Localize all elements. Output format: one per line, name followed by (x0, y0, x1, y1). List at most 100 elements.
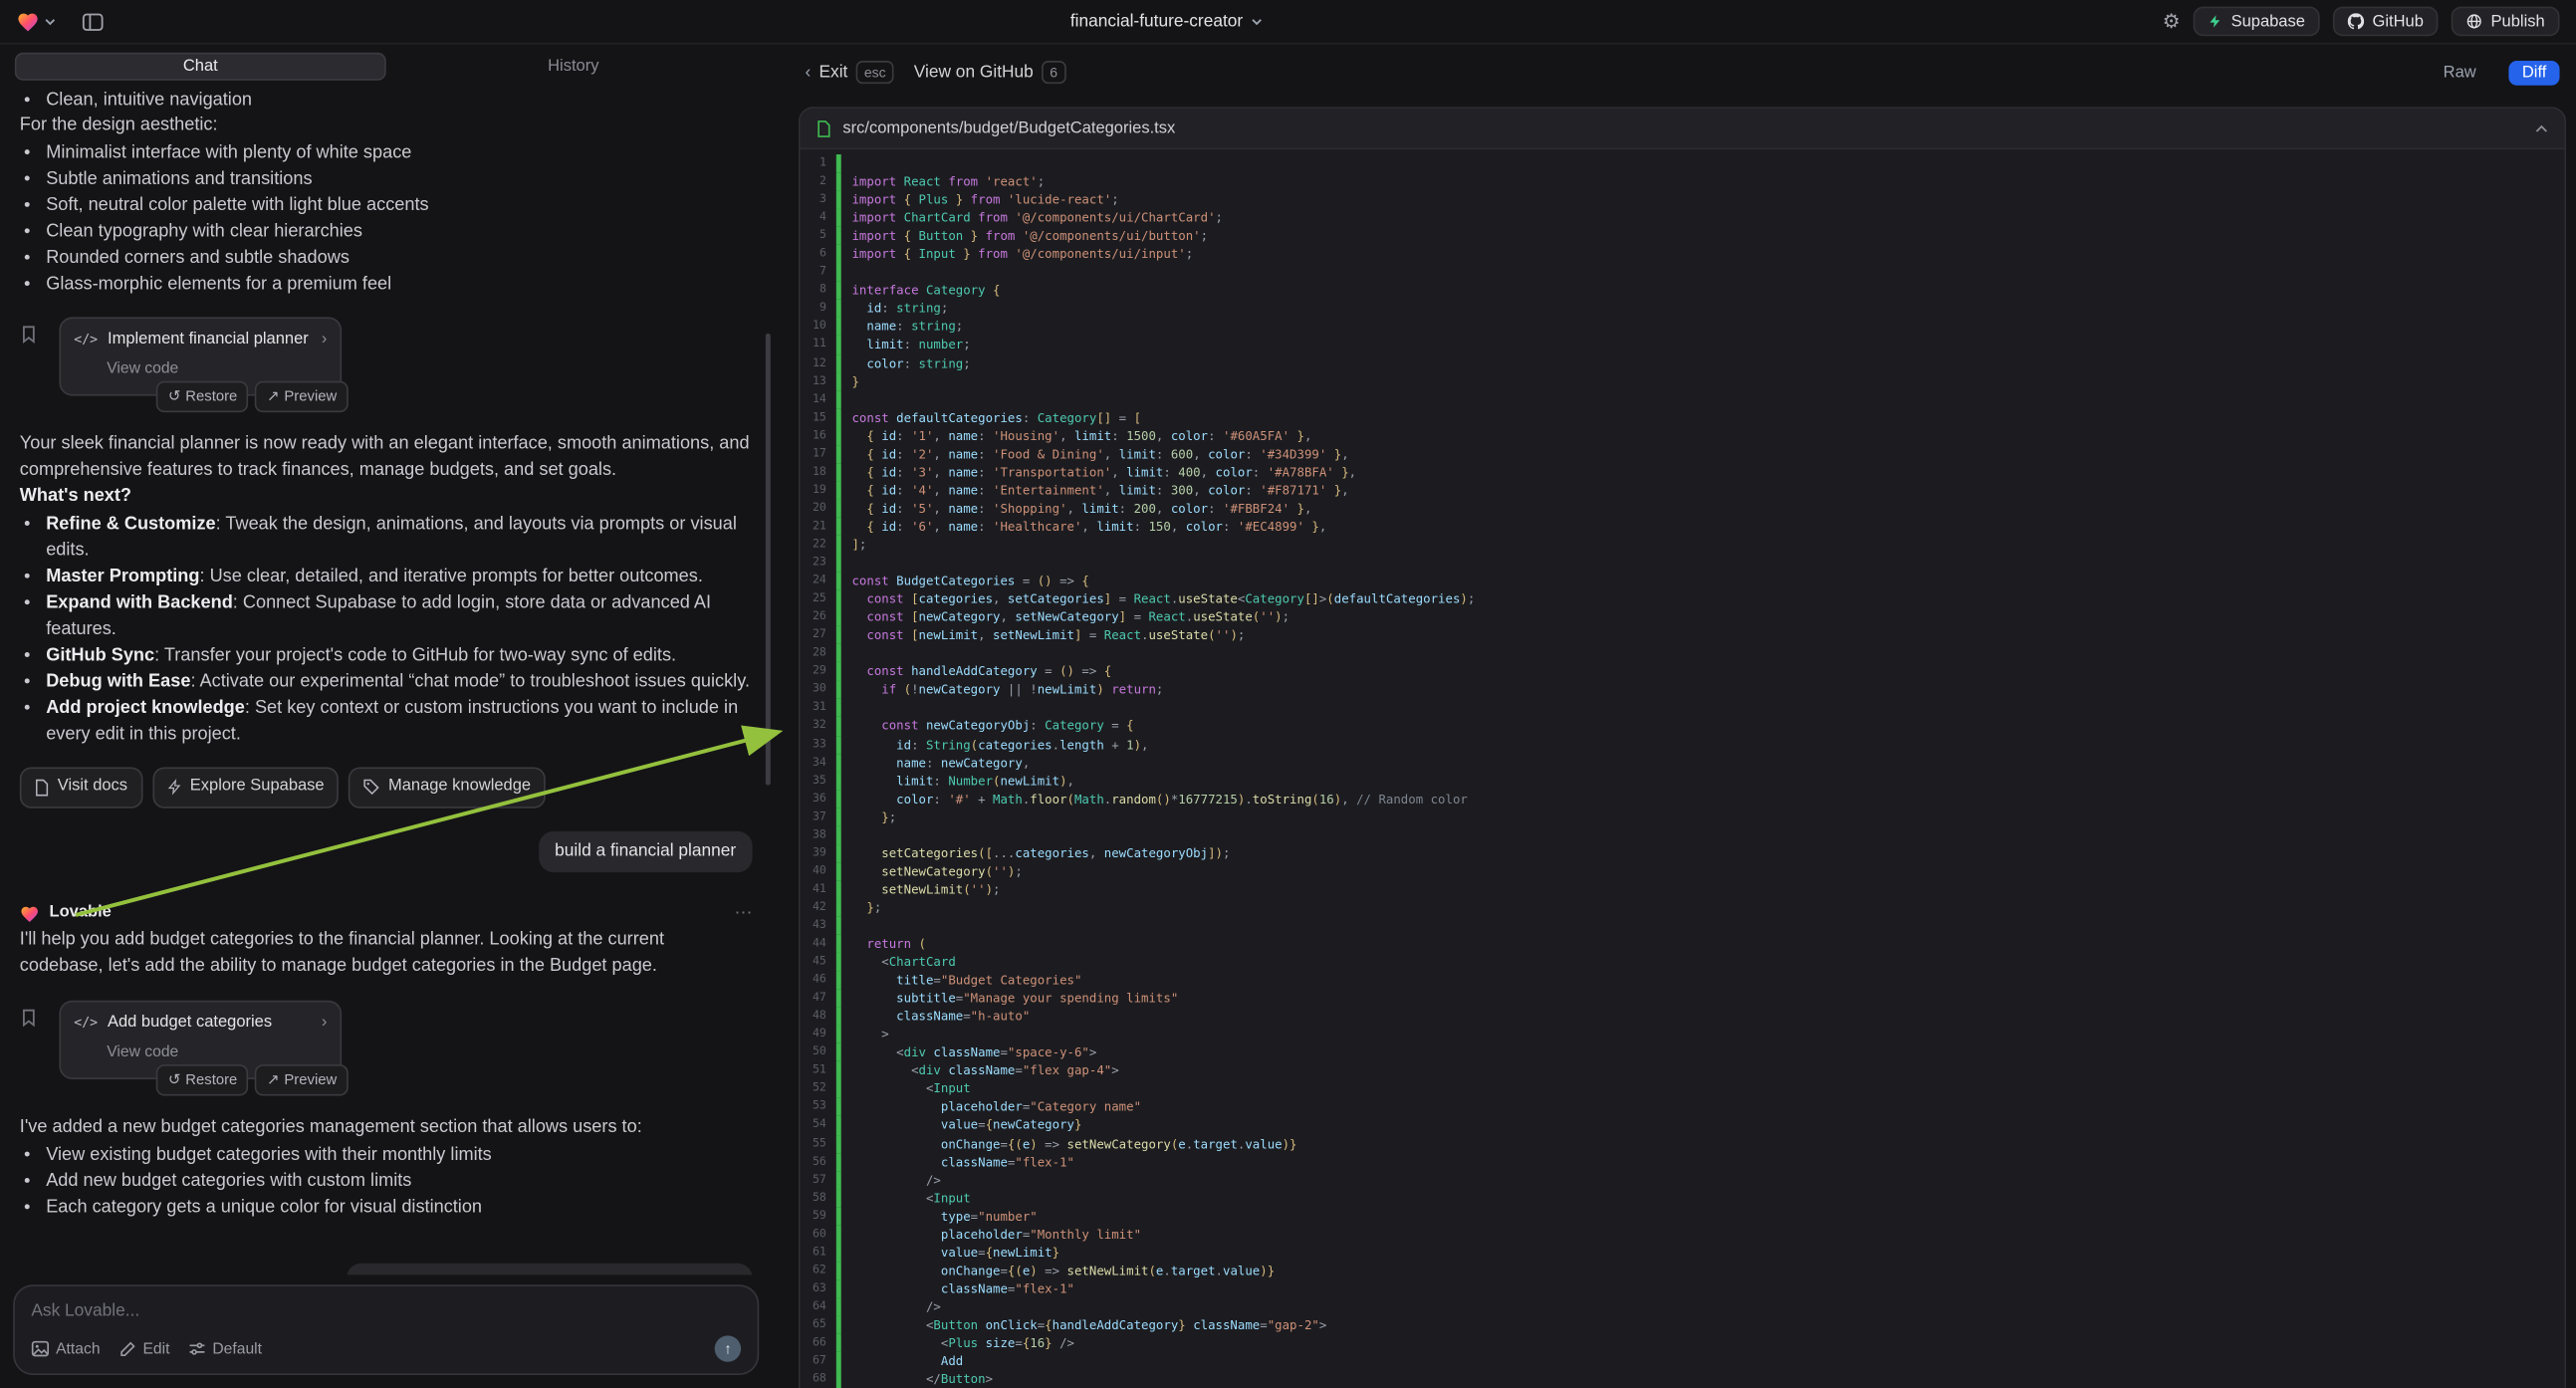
chat-scrollbar-thumb[interactable] (766, 334, 771, 786)
esc-kbd-badge: esc (856, 61, 894, 84)
next-steps-list: Refine & Customize: Tweak the design, an… (20, 511, 753, 748)
raw-toggle-button[interactable]: Raw (2430, 60, 2488, 85)
code-line: 55 onChange={(e) => setNewCategory(e.tar… (801, 1134, 2565, 1152)
code-line: 28 (801, 644, 2565, 662)
list-item: Clean typography with clear hierarchies (46, 218, 752, 244)
list-item: Soft, neutral color palette with light b… (46, 192, 752, 218)
document-icon (35, 779, 50, 797)
list-item: GitHub Sync: Transfer your project's cod… (46, 642, 752, 668)
code-line: 52 <Input (801, 1080, 2565, 1098)
restore-label: Restore (185, 1069, 237, 1091)
code-line: 39 setCategories([...categories, newCate… (801, 844, 2565, 862)
code-line: 2import React from 'react'; (801, 172, 2565, 190)
project-name-dropdown[interactable]: financial-future-creator (1070, 12, 1263, 32)
explore-supabase-button[interactable]: Explore Supabase (152, 768, 340, 808)
view-on-github-button[interactable]: View on GitHub 6 (914, 61, 1066, 84)
code-line: 26 const [newCategory, setNewCategory] =… (801, 608, 2565, 626)
code-line: 49 > (801, 1026, 2565, 1043)
supabase-bolt-icon (167, 779, 182, 795)
chat-mode-selector[interactable]: Default (189, 1339, 262, 1357)
supabase-bolt-icon (2208, 13, 2223, 29)
globe-icon (2466, 13, 2482, 29)
code-line: 63 className="flex-1" (801, 1279, 2565, 1297)
lovable-logo-menu[interactable] (16, 11, 56, 32)
code-line: 24const BudgetCategories = () => { (801, 572, 2565, 589)
settings-gear-icon[interactable]: ⚙ (2163, 10, 2181, 33)
github-button[interactable]: GitHub (2333, 7, 2439, 37)
github-icon (2348, 13, 2364, 29)
code-line: 50 <div className="space-y-6"> (801, 1043, 2565, 1061)
list-item: Clean, intuitive navigation (46, 87, 752, 113)
exit-label: Exit (819, 63, 847, 83)
view-code-link[interactable]: View code (107, 1041, 327, 1064)
external-link-icon: ↗ (267, 1069, 279, 1091)
tab-chat[interactable]: Chat (15, 53, 386, 81)
collapse-file-button[interactable] (2535, 124, 2548, 132)
edit-card-implement-planner: </> Implement financial planner › View c… (59, 317, 342, 396)
assistant-name: Lovable (49, 903, 111, 927)
chat-message-list: Clean, intuitive navigation For the desi… (0, 81, 772, 1274)
message-menu-icon[interactable]: ⋯ (735, 901, 753, 927)
design-intro-text: For the design aesthetic: (20, 114, 753, 139)
code-line: 6import { Input } from '@/components/ui/… (801, 245, 2565, 263)
chevron-up-icon (2535, 124, 2548, 132)
restore-button[interactable]: ↺ Restore (156, 1064, 248, 1095)
code-line: 36 color: '#' + Math.floor(Math.random()… (801, 790, 2565, 808)
code-line: 40 setNewCategory(''); (801, 862, 2565, 880)
view-code-link[interactable]: View code (107, 358, 327, 381)
send-button[interactable]: ↑ (715, 1335, 741, 1361)
pencil-icon (119, 1340, 135, 1356)
chevron-down-icon (45, 17, 57, 25)
visit-docs-button[interactable]: Visit docs (20, 768, 142, 808)
user-message: build a financial planner (539, 830, 753, 872)
code-line: 46 title="Budget Categories" (801, 971, 2565, 989)
code-line: 60 placeholder="Monthly limit" (801, 1225, 2565, 1243)
preview-button[interactable]: ↗ Preview (255, 381, 348, 412)
visit-docs-label: Visit docs (58, 776, 127, 800)
chevron-down-icon (1251, 17, 1263, 25)
file-path: src/components/budget/BudgetCategories.t… (842, 119, 1175, 137)
restore-label: Restore (185, 386, 237, 408)
restore-icon: ↺ (168, 386, 180, 408)
mode-label: Default (212, 1339, 262, 1357)
sidebar-toggle-icon[interactable] (82, 12, 103, 30)
code-line: 47 subtitle="Manage your spending limits… (801, 989, 2565, 1007)
publish-button[interactable]: Publish (2452, 7, 2560, 37)
code-line: 4import ChartCard from '@/components/ui/… (801, 209, 2565, 227)
list-item: Minimalist interface with plenty of whit… (46, 139, 752, 165)
code-line: 45 <ChartCard (801, 953, 2565, 971)
code-line: 34 name: newCategory, (801, 754, 2565, 772)
design-bullet-list: Minimalist interface with plenty of whit… (20, 139, 753, 297)
top-bar: financial-future-creator ⚙ Supabase GitH… (0, 0, 2576, 45)
tab-history[interactable]: History (389, 53, 758, 81)
manage-knowledge-button[interactable]: Manage knowledge (349, 768, 546, 808)
composer-input[interactable] (31, 1301, 741, 1321)
file-header[interactable]: src/components/budget/BudgetCategories.t… (801, 109, 2565, 149)
bookmark-icon[interactable] (21, 1008, 36, 1026)
code-line: 62 onChange={(e) => setNewLimit(e.target… (801, 1262, 2565, 1279)
code-line: 53 placeholder="Category name" (801, 1098, 2565, 1116)
code-line: 3import { Plus } from 'lucide-react'; (801, 191, 2565, 209)
supabase-button[interactable]: Supabase (2194, 7, 2320, 37)
list-item: Debug with Ease: Activate our experiment… (46, 669, 752, 695)
code-lines: 12import React from 'react';3import { Pl… (801, 149, 2565, 1388)
code-line: 21 { id: '6', name: 'Healthcare', limit:… (801, 518, 2565, 536)
code-line: 64 /> (801, 1297, 2565, 1315)
code-line: 12 color: string; (801, 354, 2565, 372)
code-file-card: src/components/budget/BudgetCategories.t… (799, 107, 2566, 1388)
edit-mode-button[interactable]: Edit (119, 1339, 169, 1357)
user-message: would be cool if you could add budget ca… (347, 1263, 753, 1274)
code-line: 43 (801, 917, 2565, 935)
explore-supabase-label: Explore Supabase (190, 776, 325, 800)
diff-toggle-button[interactable]: Diff (2509, 60, 2560, 85)
attach-button[interactable]: Attach (31, 1339, 100, 1357)
restore-button[interactable]: ↺ Restore (156, 381, 248, 412)
design-list-partial: Clean, intuitive navigation (20, 87, 753, 113)
bookmark-icon[interactable] (21, 326, 36, 344)
code-line: 41 setNewLimit(''); (801, 880, 2565, 898)
code-line: 7 (801, 263, 2565, 281)
exit-button[interactable]: ‹ Exit esc (805, 61, 894, 84)
code-line: 66 <Plus size={16} /> (801, 1334, 2565, 1352)
code-line: 59 type="number" (801, 1207, 2565, 1225)
preview-button[interactable]: ↗ Preview (255, 1064, 348, 1095)
